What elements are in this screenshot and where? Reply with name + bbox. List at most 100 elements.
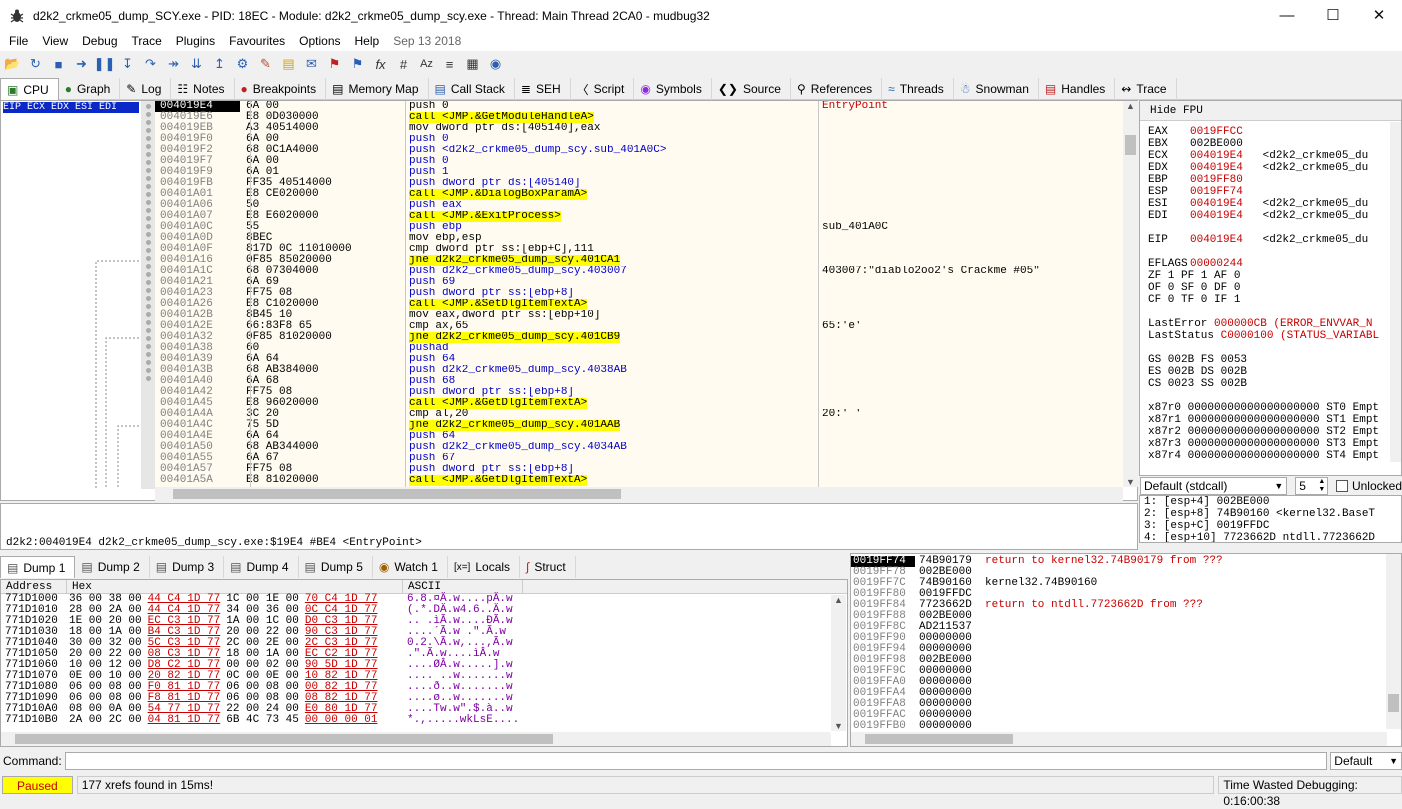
- menu-plugins[interactable]: Plugins: [169, 34, 222, 48]
- breakpoint-dot[interactable]: [146, 256, 151, 261]
- scroll-up-icon[interactable]: ▲: [831, 595, 846, 605]
- scroll-thumb[interactable]: [1388, 694, 1399, 712]
- breakpoint-dot[interactable]: [146, 264, 151, 269]
- tab-trace[interactable]: ↭ Trace: [1115, 78, 1177, 100]
- breakpoint-dot[interactable]: [146, 328, 151, 333]
- breakpoint-dot[interactable]: [146, 248, 151, 253]
- scroll-thumb[interactable]: [173, 489, 621, 499]
- breakpoint-gutter[interactable]: [141, 101, 155, 489]
- disassembly-row[interactable]: 00401A01 E8 CE020000 call <JMP.&DialogBoxP…: [155, 189, 1123, 200]
- command-input[interactable]: [64, 752, 1328, 770]
- disassembly-row[interactable]: 00401A55 6A 67 push 67: [155, 453, 1123, 464]
- tab-notes[interactable]: ☷ Notes: [171, 78, 235, 100]
- disassembly-row[interactable]: 00401A0C 55 push ebp sub_401A0C: [155, 222, 1123, 233]
- tab-dump-2[interactable]: ▤ Dump 2: [75, 556, 150, 578]
- tab-call-stack[interactable]: ▤ Call Stack: [429, 78, 515, 100]
- register-row[interactable]: EDI 004019E4 <d2k2_crkme05_du: [1140, 210, 1401, 222]
- breakpoint-dot[interactable]: [146, 160, 151, 165]
- tab-log[interactable]: ✎ Log: [120, 78, 172, 100]
- tab-graph[interactable]: ● Graph: [59, 78, 121, 100]
- function-icon[interactable]: fx: [371, 55, 390, 74]
- calling-convention-select[interactable]: Default (stdcall) ▼: [1140, 477, 1288, 495]
- stack-argument-row[interactable]: 2: [esp+8] 74B90160 <kernel32.BaseT: [1140, 508, 1401, 520]
- disassembly-row[interactable]: 00401A40 6A 68 push 68: [155, 376, 1123, 387]
- step-into-icon[interactable]: ↧: [118, 55, 137, 74]
- hash-icon[interactable]: #: [394, 55, 413, 74]
- font-icon[interactable]: Az: [417, 55, 436, 74]
- register-row[interactable]: ECX 004019E4 <d2k2_crkme05_du: [1140, 150, 1401, 162]
- stack-horizontal-scrollbar[interactable]: [851, 732, 1387, 746]
- register-row[interactable]: EIP 004019E4 <d2k2_crkme05_du: [1140, 234, 1401, 246]
- menu-help[interactable]: Help: [348, 34, 387, 48]
- dump-vertical-scrollbar[interactable]: ▲ ▼: [831, 595, 846, 731]
- breakpoint-dot[interactable]: [146, 368, 151, 373]
- trace-into-icon[interactable]: ↠: [164, 55, 183, 74]
- tab-memory-map[interactable]: ▤ Memory Map: [326, 78, 429, 100]
- breakpoint-dot[interactable]: [146, 128, 151, 133]
- scroll-up-icon[interactable]: ▲: [1123, 101, 1138, 111]
- open-icon[interactable]: 📂: [3, 55, 22, 74]
- dump-horizontal-scrollbar[interactable]: [1, 732, 831, 746]
- trace-over-icon[interactable]: ⇊: [187, 55, 206, 74]
- unlocked-checkbox[interactable]: [1336, 480, 1348, 492]
- tab-handles[interactable]: ▤ Handles: [1039, 78, 1116, 100]
- tab-dump-4[interactable]: ▤ Dump 4: [224, 556, 299, 578]
- dump-row[interactable]: 771D10B0 2A 00 2C 00 04 81 1D 77 6B 4C 73 4…: [1, 715, 847, 726]
- segment-row[interactable]: GS 002B FS 0053: [1140, 354, 1401, 366]
- register-list[interactable]: EAX 0019FFCC EBX 002BE000 ECX 004019E4 <d2k2_…: [1140, 121, 1401, 462]
- fpu-row[interactable]: x87r1 00000000000000000000 ST1 Empt: [1140, 414, 1401, 426]
- execute-till-user-code-icon[interactable]: ⚙: [233, 55, 252, 74]
- fpu-row[interactable]: x87r4 00000000000000000000 ST4 Empt: [1140, 450, 1401, 462]
- breakpoint-dot[interactable]: [146, 352, 151, 357]
- breakpoint-dot[interactable]: [146, 200, 151, 205]
- column-header-ascii[interactable]: ASCII: [403, 580, 523, 593]
- maximize-icon[interactable]: ☐: [1310, 0, 1356, 31]
- register-row[interactable]: EDX 004019E4 <d2k2_crkme05_du: [1140, 162, 1401, 174]
- breakpoint-dot[interactable]: [146, 184, 151, 189]
- scroll-thumb[interactable]: [865, 734, 1013, 744]
- fpu-row[interactable]: x87r0 00000000000000000000 ST0 Empt: [1140, 402, 1401, 414]
- register-row[interactable]: EFLAGS 00000244: [1140, 258, 1401, 270]
- breakpoint-dot[interactable]: [146, 104, 151, 109]
- disassembly-listing[interactable]: 004019E4 6A 00 push 0 EntryPoint 004019E6 E8 …: [155, 101, 1123, 487]
- restart-icon[interactable]: ↻: [26, 55, 45, 74]
- breakpoint-dot[interactable]: [146, 280, 151, 285]
- breakpoint-dot[interactable]: [146, 216, 151, 221]
- register-row[interactable]: EBX 002BE000: [1140, 138, 1401, 150]
- disassembly-row[interactable]: 00401A50 68 AB344000 push d2k2_crkme05_dum…: [155, 442, 1123, 453]
- stack-argument-row[interactable]: 1: [esp+4] 002BE000: [1140, 496, 1401, 508]
- breakpoint-dot[interactable]: [146, 144, 151, 149]
- strings-icon[interactable]: ≡: [440, 55, 459, 74]
- disassembly-row[interactable]: 00401A4C 75 5D jne d2k2_crkme05_dump_scy.4…: [155, 420, 1123, 431]
- tab-watch-1[interactable]: ◉ Watch 1: [373, 556, 448, 578]
- argument-count-spinner[interactable]: 5 ▲ ▼: [1295, 477, 1329, 495]
- menu-favourites[interactable]: Favourites: [222, 34, 292, 48]
- stack-argument-row[interactable]: 3: [esp+C] 0019FFDC: [1140, 520, 1401, 532]
- column-header-address[interactable]: Address: [1, 580, 67, 593]
- calculator-icon[interactable]: ▦: [463, 55, 482, 74]
- breakpoint-dot[interactable]: [146, 136, 151, 141]
- command-mode-select[interactable]: Default ▼: [1330, 752, 1402, 770]
- tab-dump-3[interactable]: ▤ Dump 3: [150, 556, 225, 578]
- laststatus-row[interactable]: LastStatus C0000100 (STATUS_VARIABL: [1140, 330, 1401, 342]
- tab-threads[interactable]: ≈ Threads: [882, 78, 954, 100]
- scroll-down-icon[interactable]: ▼: [1126, 477, 1135, 487]
- stack-vertical-scrollbar[interactable]: [1386, 554, 1401, 729]
- disassembly-horizontal-scrollbar[interactable]: [155, 487, 1123, 501]
- menu-options[interactable]: Options: [292, 34, 347, 48]
- minimize-icon[interactable]: —: [1264, 0, 1310, 31]
- flags-row[interactable]: OF 0 SF 0 DF 0: [1140, 282, 1401, 294]
- menu-view[interactable]: View: [35, 34, 75, 48]
- disassembly-row[interactable]: 00401A3B 68 AB384000 push d2k2_crkme05_dum…: [155, 365, 1123, 376]
- tab-cpu[interactable]: ▣ CPU: [0, 78, 59, 100]
- breakpoint-dot[interactable]: [146, 376, 151, 381]
- breakpoint-dot[interactable]: [146, 240, 151, 245]
- stack-row[interactable]: 0019FFB0 00000000: [851, 721, 1401, 732]
- tab-dump-5[interactable]: ▤ Dump 5: [299, 556, 373, 578]
- breakpoint-dot[interactable]: [146, 304, 151, 309]
- tab-script[interactable]: 〈 Script: [571, 78, 635, 100]
- breakpoint-dot[interactable]: [146, 232, 151, 237]
- disassembly-row[interactable]: 00401A4A 3C 20 cmp al,20 20:' ': [155, 409, 1123, 420]
- breakpoint-dot[interactable]: [146, 272, 151, 277]
- tab-snowman[interactable]: ☃ Snowman: [954, 78, 1039, 100]
